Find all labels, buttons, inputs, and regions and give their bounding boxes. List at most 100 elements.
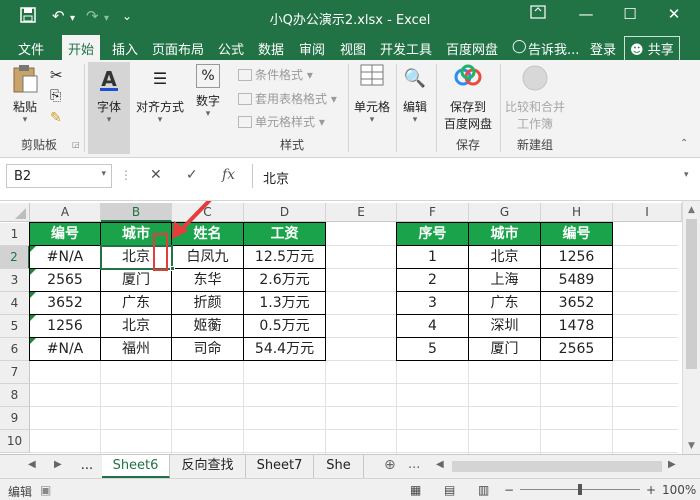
- baidu-cloud-icon: [453, 64, 483, 94]
- enter-icon[interactable]: ✓: [186, 167, 198, 183]
- name-box-value: B2: [14, 169, 32, 184]
- title-bar: ↶ ▾ ↷ ▾ ⌄ 小Q办公演示2.xlsx - Excel — ☐ ✕: [0, 0, 700, 33]
- sheet-overflow-right[interactable]: ...: [408, 457, 420, 472]
- sheet-tab-sheet6[interactable]: Sheet6: [102, 455, 170, 478]
- group-separator: [348, 64, 349, 152]
- paste-button[interactable]: 粘贴 ▾: [6, 64, 44, 125]
- font-button[interactable]: A 字体 ▾: [88, 62, 130, 154]
- normal-view-icon[interactable]: ▦: [410, 483, 421, 497]
- alignment-label: 对齐方式: [135, 100, 184, 114]
- tab-view[interactable]: 视图: [340, 39, 366, 58]
- resize-handle-icon[interactable]: ⋮: [120, 168, 132, 182]
- chevron-down-icon: ▾: [412, 115, 418, 125]
- status-mode: 编辑: [8, 485, 33, 499]
- tab-developer[interactable]: 开发工具: [380, 39, 432, 58]
- tab-insert[interactable]: 插入: [112, 39, 138, 58]
- status-bar: 编辑 ▣ ▦ ▤ ▥ − + 100%: [0, 478, 700, 500]
- zoom-slider-thumb[interactable]: [578, 484, 582, 495]
- tell-me-search[interactable]: 告诉我...: [528, 39, 579, 58]
- font-color-icon: A: [100, 67, 118, 91]
- compare-merge-icon: [520, 64, 550, 94]
- formula-input[interactable]: 北京: [252, 164, 694, 188]
- tab-review[interactable]: 审阅: [299, 39, 325, 58]
- collapse-ribbon-icon[interactable]: ⌃: [680, 138, 688, 149]
- search-icon: 🔍: [403, 68, 427, 89]
- hscroll-right-icon[interactable]: ▶: [668, 459, 676, 470]
- tab-formulas[interactable]: 公式: [218, 39, 244, 58]
- format-painter-icon[interactable]: ✎: [50, 110, 62, 126]
- lightbulb-icon: ◯: [512, 39, 527, 54]
- cancel-icon[interactable]: ✕: [150, 167, 162, 183]
- maximize-button[interactable]: ☐: [616, 5, 644, 23]
- clipboard-group-label: 剪贴板: [20, 138, 57, 152]
- zoom-level[interactable]: 100%: [662, 483, 696, 497]
- compare-merge-button[interactable]: 比较和合并 工作簿: [504, 64, 566, 132]
- cell-style-button[interactable]: 单元格样式 ▾: [238, 113, 325, 130]
- group-separator: [500, 64, 501, 152]
- save-baidu-label-2: 百度网盘: [443, 117, 492, 131]
- number-button[interactable]: % 数字 ▾: [190, 64, 226, 119]
- percent-icon: %: [196, 64, 220, 88]
- cut-icon[interactable]: ✂: [50, 66, 63, 84]
- paste-label: 粘贴: [12, 100, 37, 114]
- add-sheet-icon[interactable]: ⊕: [384, 457, 396, 473]
- macro-record-icon[interactable]: ▣: [40, 483, 51, 497]
- chevron-down-icon: ▾: [22, 115, 28, 125]
- new-group-label: 新建组: [516, 138, 553, 152]
- sheet-tab-reverse-lookup[interactable]: 反向查找: [170, 455, 246, 478]
- formula-bar: B2 ▾ ⋮ ✕ ✓ fx 北京 ▾: [0, 158, 700, 198]
- alignment-button[interactable]: ☰ 对齐方式 ▾: [134, 64, 186, 125]
- name-box[interactable]: B2 ▾: [6, 164, 112, 188]
- tab-page-layout[interactable]: 页面布局: [152, 39, 204, 58]
- clipboard-icon: [10, 64, 40, 94]
- tab-baidu[interactable]: 百度网盘: [446, 39, 498, 58]
- sheet-tab-sheet7[interactable]: Sheet7: [246, 455, 314, 478]
- ribbon-display-icon[interactable]: [524, 5, 552, 23]
- worksheet-grid[interactable]: ABCDEFGHI 1 2 3 4 5 6 7 8 9 10 编号 城市 姓名 工资 #N/A 北京 白凤九 1…: [0, 200, 700, 455]
- share-button[interactable]: ☻ 共享: [624, 36, 680, 61]
- chevron-down-icon: ▾: [369, 115, 375, 125]
- conditional-format-label: 条件格式: [255, 68, 304, 82]
- compare-merge-label-2: 工作簿: [516, 117, 553, 131]
- prev-sheet-icon[interactable]: ◀: [28, 459, 36, 470]
- close-button[interactable]: ✕: [660, 5, 688, 23]
- save-to-baidu-button[interactable]: 保存到 百度网盘: [440, 64, 496, 132]
- tab-home[interactable]: 开始: [62, 35, 101, 60]
- cells-button[interactable]: 单元格 ▾: [352, 64, 392, 125]
- chevron-down-icon[interactable]: ▾: [101, 169, 106, 179]
- sign-in-link[interactable]: 登录: [590, 39, 616, 58]
- edit-button[interactable]: 🔍 编辑 ▾: [398, 64, 432, 125]
- sheet-overflow-left[interactable]: ...: [74, 455, 100, 478]
- align-icon: ☰: [152, 69, 168, 88]
- hscroll-left-icon[interactable]: ◀: [436, 459, 444, 470]
- page-break-view-icon[interactable]: ▥: [478, 483, 489, 497]
- styles-group-label: 样式: [279, 138, 304, 152]
- horizontal-scroll-thumb[interactable]: [452, 461, 662, 472]
- table-format-button[interactable]: 套用表格格式 ▾: [238, 90, 337, 107]
- share-label: 共享: [647, 43, 674, 58]
- tab-file[interactable]: 文件: [18, 39, 44, 58]
- sheet-tab-she[interactable]: She: [314, 455, 364, 478]
- minimize-button[interactable]: —: [572, 5, 600, 23]
- zoom-out-icon[interactable]: −: [504, 483, 514, 497]
- sheet-tab-bar: ◀ ▶ ... Sheet6 反向查找 Sheet7 She ⊕ ... ◀ ▶: [0, 454, 700, 478]
- conditional-format-icon: [238, 69, 252, 81]
- chevron-down-icon: ▾: [205, 109, 211, 119]
- tab-data[interactable]: 数据: [258, 39, 284, 58]
- expand-formula-icon[interactable]: ▾: [684, 170, 689, 180]
- conditional-format-button[interactable]: 条件格式 ▾: [238, 66, 313, 83]
- table-format-label: 套用表格格式: [255, 92, 328, 106]
- cell-style-icon: [238, 116, 252, 128]
- page-layout-view-icon[interactable]: ▤: [444, 483, 455, 497]
- dialog-launcher-icon[interactable]: ◲: [72, 140, 80, 149]
- zoom-in-icon[interactable]: +: [646, 483, 656, 497]
- copy-icon[interactable]: ⎘: [50, 88, 61, 104]
- cells-label: 单元格: [353, 100, 390, 114]
- table-format-icon: [238, 93, 252, 105]
- annotation-arrow: [178, 201, 212, 233]
- insert-function-icon[interactable]: fx: [222, 167, 235, 183]
- chevron-down-icon: ▾: [106, 115, 112, 125]
- compare-merge-label-1: 比较和合并: [504, 100, 565, 114]
- next-sheet-icon[interactable]: ▶: [54, 459, 62, 470]
- save-baidu-label-1: 保存到: [449, 100, 486, 114]
